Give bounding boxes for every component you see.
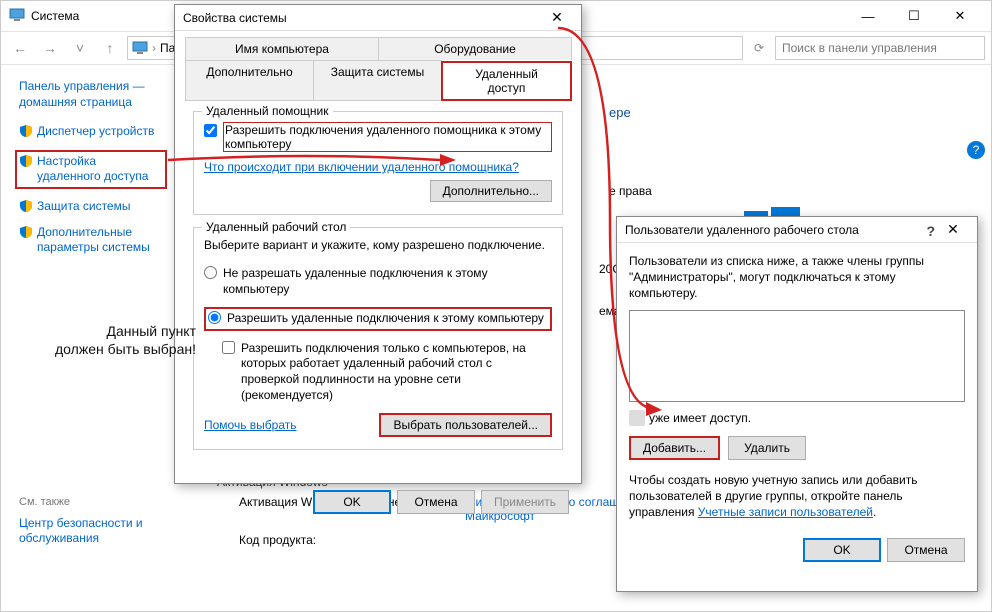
tab-computer-name[interactable]: Имя компьютера: [185, 37, 379, 60]
allow-remote-assistant-checkbox[interactable]: [204, 124, 217, 137]
forward-button[interactable]: →: [37, 35, 63, 61]
radio-deny-remote[interactable]: [204, 266, 217, 279]
see-also-heading: См. также: [19, 496, 167, 508]
search-placeholder: Поиск в панели управления: [782, 41, 937, 55]
users-titlebar[interactable]: Пользователи удаленного рабочего стола ?…: [617, 217, 977, 243]
system-properties-dialog: Свойства системы ✕ Имя компьютера Оборуд…: [174, 4, 582, 484]
shield-icon: [19, 154, 33, 168]
search-input[interactable]: Поиск в панели управления: [775, 36, 985, 60]
allow-remote-assistant-label: Разрешить подключения удаленного помощни…: [223, 122, 552, 152]
sidebar-item-advanced-settings[interactable]: Дополнительные параметры системы: [19, 225, 167, 256]
section-fragment: ере: [609, 105, 971, 120]
cp-home-link[interactable]: Панель управления — домашняя страница: [19, 79, 167, 110]
users-ok-button[interactable]: OK: [803, 538, 881, 562]
select-users-button[interactable]: Выбрать пользователей...: [379, 413, 552, 437]
user-icon: [629, 410, 645, 426]
rights-fragment: е права: [609, 184, 971, 198]
maximize-button[interactable]: ☐: [891, 1, 937, 31]
sysprop-cancel-button[interactable]: Отмена: [397, 490, 475, 514]
shield-icon: [19, 124, 33, 138]
sidebar-item-system-protection[interactable]: Защита системы: [19, 199, 167, 215]
tab-advanced[interactable]: Дополнительно: [185, 60, 314, 100]
sysprop-titlebar[interactable]: Свойства системы ✕: [175, 5, 581, 31]
remove-user-button[interactable]: Удалить: [728, 436, 806, 460]
users-hint: Пользователи из списка ниже, а также чле…: [629, 253, 965, 302]
tab-remote[interactable]: Удаленный доступ: [441, 61, 572, 101]
history-dropdown[interactable]: ˅: [67, 35, 93, 61]
tab-hardware[interactable]: Оборудование: [378, 37, 572, 60]
remote-desktop-hint: Выберите вариант и укажите, кому разреше…: [204, 238, 552, 252]
sysprop-close-button[interactable]: ✕: [541, 9, 573, 26]
close-button[interactable]: ✕: [937, 1, 983, 31]
remote-desktop-group: Удаленный рабочий стол Выберите вариант …: [193, 227, 563, 450]
add-user-button[interactable]: Добавить...: [629, 436, 720, 460]
assistant-advanced-button[interactable]: Дополнительно...: [430, 180, 552, 202]
minimize-button[interactable]: —: [845, 1, 891, 31]
user-accounts-link[interactable]: Учетные записи пользователей: [698, 505, 873, 519]
radio-allow-remote[interactable]: [208, 311, 221, 324]
shield-icon: [19, 225, 33, 239]
remote-assistant-help-link[interactable]: Что происходит при включении удаленного …: [204, 160, 519, 174]
help-choose-link[interactable]: Помочь выбрать: [204, 418, 297, 432]
tab-system-protection[interactable]: Защита системы: [313, 60, 442, 100]
remote-users-dialog: Пользователи удаленного рабочего стола ?…: [616, 216, 978, 592]
annotation-text: Данный пункт должен быть выбран!: [46, 322, 196, 358]
product-code-label: Код продукта:: [239, 533, 619, 547]
users-cancel-button[interactable]: Отмена: [887, 538, 965, 562]
sysprop-apply-button[interactable]: Применить: [481, 490, 569, 514]
sidebar-item-device-manager[interactable]: Диспетчер устройств: [19, 124, 167, 140]
help-icon[interactable]: ?: [967, 141, 985, 159]
back-button[interactable]: ←: [7, 35, 33, 61]
shield-icon: [19, 199, 33, 213]
sidebar-item-remote-settings[interactable]: Настройка удаленного доступа: [15, 150, 167, 189]
users-note: Чтобы создать новую учетную запись или д…: [629, 472, 965, 521]
up-button[interactable]: ↑: [97, 35, 123, 61]
system-icon: [9, 8, 25, 24]
already-has-access: уже имеет доступ.: [629, 410, 965, 426]
refresh-button[interactable]: ⟳: [747, 41, 771, 55]
monitor-icon: [132, 41, 148, 55]
users-help-button[interactable]: ?: [926, 223, 935, 239]
users-close-button[interactable]: ✕: [937, 221, 969, 238]
nla-checkbox[interactable]: [222, 341, 235, 354]
remote-assistant-group: Удаленный помощник Разрешить подключения…: [193, 111, 563, 215]
users-listbox[interactable]: [629, 310, 965, 402]
sysprop-ok-button[interactable]: OK: [313, 490, 391, 514]
sidebar-item-security-center[interactable]: Центр безопасности и обслуживания: [1, 516, 167, 547]
